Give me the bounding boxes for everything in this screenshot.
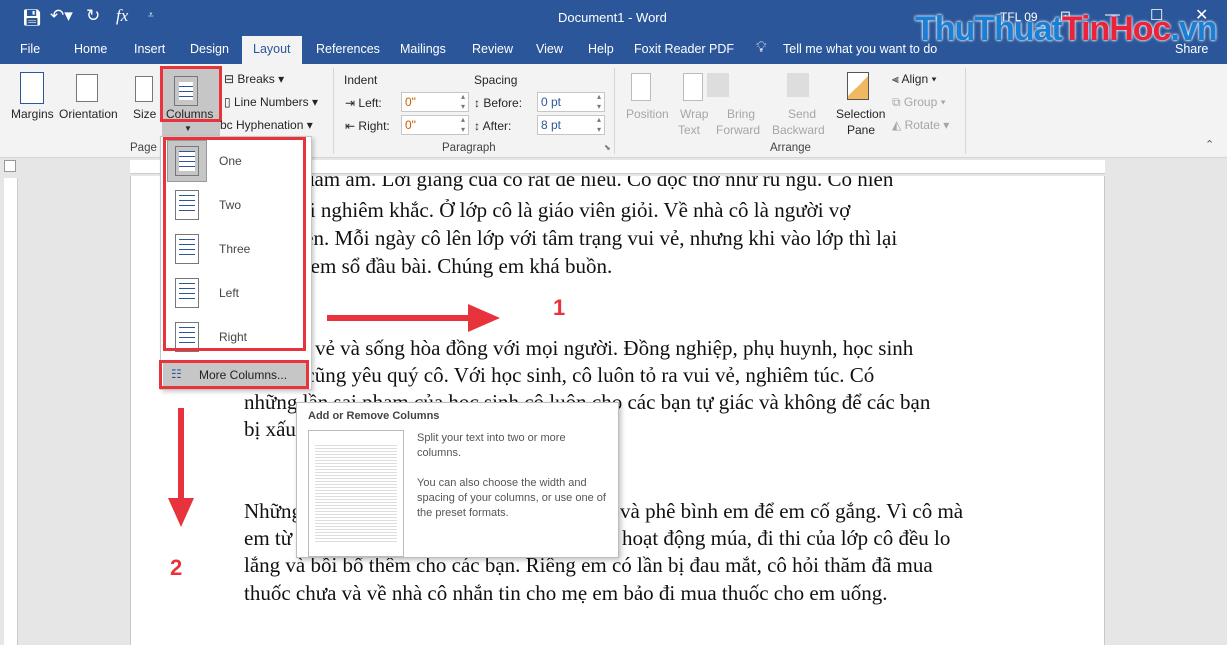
step-1-label: 1: [553, 295, 566, 320]
step-2-label: 2: [170, 555, 183, 580]
annotation-arrows: [168, 304, 500, 527]
arrow-right: [327, 304, 500, 332]
arrow-down: [168, 408, 194, 527]
